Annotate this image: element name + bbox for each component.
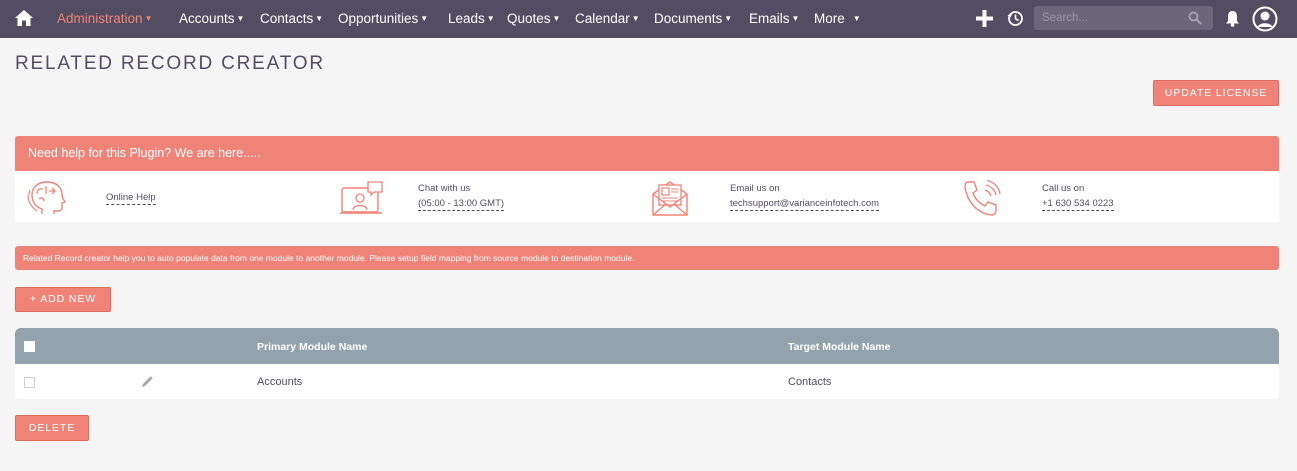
info-bar: Related Record creator help you to auto … — [15, 246, 1279, 270]
help-panel-title: Need help for this Plugin? We are here..… — [28, 146, 261, 160]
plus-icon[interactable] — [976, 10, 993, 27]
call-label: Call us on — [1042, 183, 1085, 194]
help-panel-header: Need help for this Plugin? We are here..… — [15, 136, 1279, 171]
chevron-down-icon: ▼ — [486, 14, 495, 23]
email-address-link[interactable]: techsupport@varianceinfotech.com — [730, 198, 880, 211]
chevron-down-icon: ▼ — [144, 14, 153, 23]
email-label: Email us on — [730, 183, 780, 194]
top-navigation-bar: Administration ▼ Accounts ▼ Contacts ▼ Oppo… — [0, 0, 1297, 38]
add-new-button[interactable]: + ADD NEW — [15, 287, 111, 312]
chevron-down-icon: ▼ — [552, 14, 561, 23]
chevron-down-icon: ▼ — [852, 14, 861, 23]
column-header-primary-module: Primary Module Name — [257, 341, 368, 353]
online-help-link[interactable]: Online Help — [106, 192, 156, 205]
bell-icon[interactable] — [1225, 10, 1240, 27]
search-input[interactable] — [1042, 9, 1182, 27]
chevron-down-icon: ▼ — [420, 14, 429, 23]
chat-label: Chat with us — [418, 183, 471, 194]
help-panel-body: Online Help Chat with us (05:00 - 13:00 … — [15, 171, 1279, 222]
chevron-down-icon: ▼ — [236, 14, 245, 23]
update-license-button[interactable]: UPDATE LICENSE — [1153, 80, 1279, 106]
call-number-link[interactable]: +1 630 534 0223 — [1042, 198, 1114, 211]
chevron-down-icon: ▼ — [724, 14, 733, 23]
user-avatar-icon[interactable] — [1252, 6, 1278, 32]
chat-hours-link[interactable]: (05:00 - 13:00 GMT) — [418, 198, 505, 211]
nav-opportunities[interactable]: Opportunities ▼ — [338, 11, 428, 26]
history-icon[interactable] — [1007, 10, 1024, 27]
home-icon[interactable] — [14, 9, 34, 27]
chevron-down-icon: ▼ — [315, 14, 324, 23]
phone-icon — [964, 180, 1001, 216]
nav-accounts[interactable]: Accounts ▼ — [179, 11, 244, 26]
table-row: Accounts Contacts — [15, 364, 1279, 399]
chevron-down-icon: ▼ — [631, 14, 640, 23]
pencil-edit-icon[interactable] — [141, 376, 153, 388]
nav-calendar[interactable]: Calendar ▼ — [575, 11, 640, 26]
nav-contacts[interactable]: Contacts ▼ — [260, 11, 323, 26]
primary-module-cell: Accounts — [257, 376, 303, 388]
nav-emails[interactable]: Emails ▼ — [749, 11, 799, 26]
nav-more[interactable]: More ▼ — [814, 11, 861, 26]
info-text: Related Record creator help you to auto … — [23, 253, 635, 263]
nav-documents[interactable]: Documents ▼ — [654, 11, 732, 26]
page-title: RELATED RECORD CREATOR — [15, 53, 325, 74]
search-box[interactable] — [1034, 6, 1213, 30]
email-envelope-icon — [652, 181, 688, 216]
search-icon[interactable] — [1188, 11, 1202, 25]
online-help-head-icon — [27, 181, 66, 214]
table-header-row: Primary Module Name Target Module Name — [15, 328, 1279, 364]
target-module-cell: Contacts — [788, 376, 832, 388]
chevron-down-icon: ▼ — [791, 14, 800, 23]
nav-administration[interactable]: Administration ▼ — [57, 11, 152, 26]
column-header-target-module: Target Module Name — [788, 341, 891, 353]
select-all-checkbox[interactable] — [24, 341, 35, 352]
nav-quotes[interactable]: Quotes ▼ — [507, 11, 560, 26]
nav-leads[interactable]: Leads ▼ — [448, 11, 495, 26]
delete-button[interactable]: DELETE — [15, 415, 89, 441]
row-checkbox[interactable] — [24, 377, 35, 388]
chat-monitor-icon — [340, 181, 383, 214]
